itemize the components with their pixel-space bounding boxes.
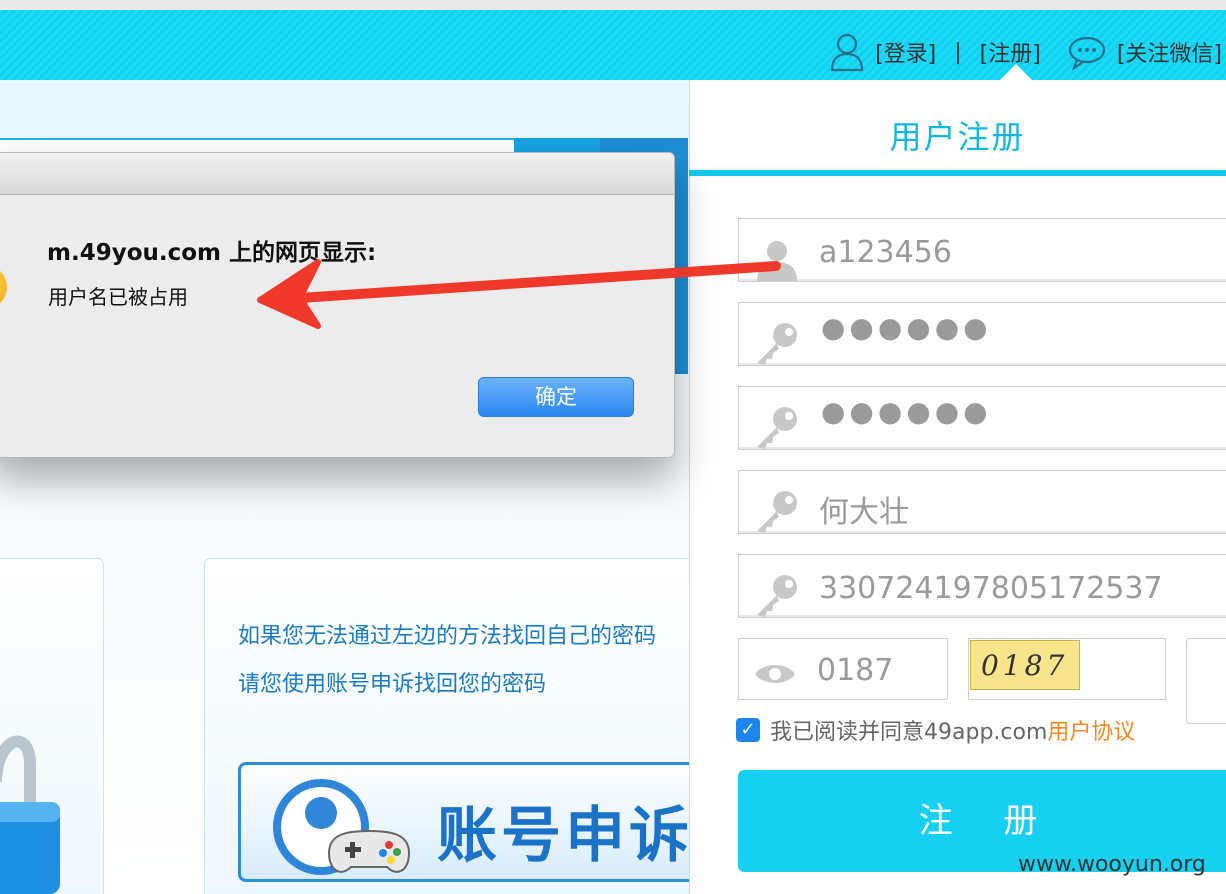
- captcha-refresh-button[interactable]: [1186, 638, 1226, 724]
- account-appeal-label: 账号申诉: [437, 801, 693, 871]
- dialog-title: m.49you.com 上的网页显示:: [47, 240, 377, 266]
- gamepad-icon: [259, 775, 429, 879]
- wechat-follow-link[interactable]: [关注微信]: [1117, 36, 1222, 68]
- watermark: www.wooyun.org: [1018, 852, 1206, 877]
- password-value: ●●●●●●: [821, 311, 992, 344]
- captcha-input[interactable]: 0187: [738, 638, 948, 700]
- top-bar: [登录] | [注册] [关注微信]: [0, 0, 1226, 80]
- register-panel-title: 用户注册: [889, 118, 1026, 156]
- user-icon: [753, 237, 801, 285]
- help-text-line-2: 请您使用账号申诉找回您的密码: [238, 672, 547, 697]
- register-panel-header: 用户注册: [689, 80, 1226, 176]
- agreement-row: ✓ 我已阅读并同意49app.com用户协议: [736, 714, 1135, 746]
- captcha-image-code: 0187: [981, 649, 1069, 682]
- wechat-icon: [1067, 34, 1107, 70]
- id-number-value: 330724197805172537: [819, 571, 1163, 606]
- username-field[interactable]: a123456: [738, 218, 1226, 282]
- user-agreement-link[interactable]: 用户协议: [1047, 720, 1135, 745]
- dialog-titlebar: [0, 153, 674, 195]
- register-tab-pointer: [1000, 64, 1032, 80]
- dialog-message: 用户名已被占用: [48, 285, 188, 309]
- account-appeal-button[interactable]: 账号申诉: [238, 762, 698, 882]
- agreement-checkbox[interactable]: ✓: [736, 718, 760, 742]
- key-icon: [753, 321, 801, 369]
- password-field[interactable]: ●●●●●●: [738, 302, 1226, 366]
- alert-dialog: m.49you.com 上的网页显示: 用户名已被占用 确定: [0, 152, 675, 458]
- key-icon: [753, 573, 801, 621]
- confirm-password-field[interactable]: ●●●●●●: [738, 386, 1226, 450]
- ok-button[interactable]: 确定: [478, 377, 634, 417]
- realname-value: 何大壮: [819, 495, 909, 530]
- realname-field[interactable]: 何大壮: [738, 470, 1226, 534]
- nav-separator: |: [954, 39, 962, 65]
- eye-icon: [753, 661, 797, 691]
- captcha-image[interactable]: 0187: [970, 640, 1080, 690]
- help-text-line-1: 如果您无法通过左边的方法找回自己的密码: [238, 624, 657, 649]
- key-icon: [753, 489, 801, 537]
- login-link[interactable]: [登录]: [875, 36, 936, 68]
- username-value: a123456: [819, 235, 952, 270]
- confirm-password-value: ●●●●●●: [821, 395, 992, 428]
- agreement-text: 我已阅读并同意49app.com用户协议: [770, 720, 1136, 745]
- lock-icon: [0, 690, 70, 894]
- alert-icon: [0, 265, 7, 309]
- key-icon: [753, 405, 801, 453]
- user-icon: [829, 32, 865, 72]
- captcha-value: 0187: [817, 653, 894, 688]
- id-number-field[interactable]: 330724197805172537: [738, 554, 1226, 618]
